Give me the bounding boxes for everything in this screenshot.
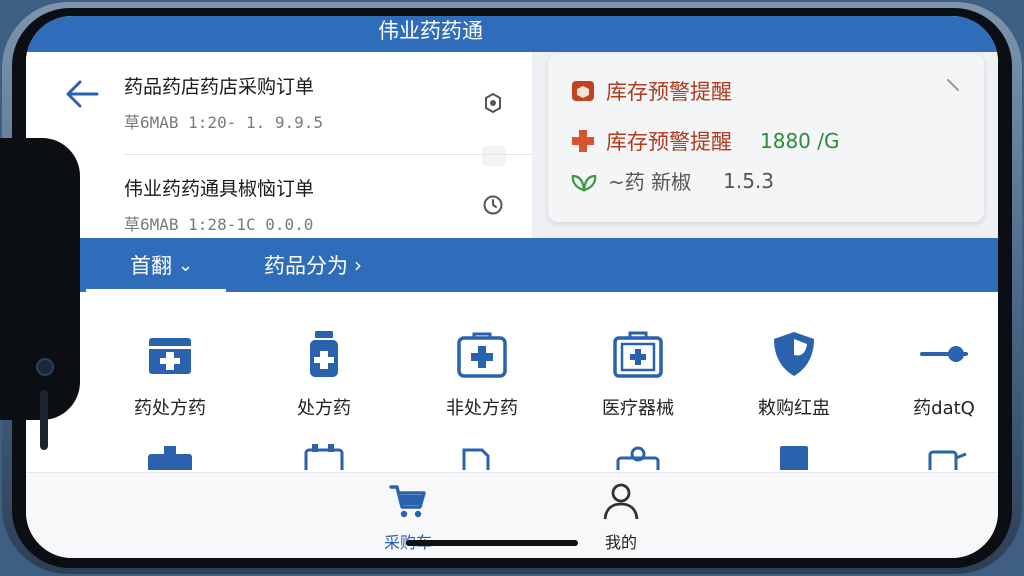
category-item[interactable]: 处方药 — [264, 328, 384, 420]
nav-label: 药品分为 — [264, 254, 348, 278]
back-button[interactable] — [62, 74, 102, 114]
shield-icon — [768, 328, 820, 380]
order-badge — [482, 146, 506, 166]
order-title: 药品药店药店采购订单 — [124, 76, 315, 98]
settings-icon[interactable] — [482, 92, 504, 114]
category-item[interactable]: 非处方药 — [422, 328, 542, 420]
order-subtitle: 草6MAB 1:28-1C 0.0.0 — [124, 215, 314, 234]
order-item[interactable]: 伟业药药通具椒恼订单 草6MAB 1:28-1C 0.0.0 — [124, 176, 504, 236]
version-value: 1.5.3 — [723, 168, 775, 193]
phone-notch — [0, 138, 80, 450]
category-label: 敕购红盅 — [758, 398, 830, 419]
alert-version: ~药 新椒 1.5.3 — [570, 166, 774, 195]
nav-label: 首翻 — [130, 254, 172, 278]
order-title: 伟业药药通具椒恼订单 — [124, 178, 315, 200]
camera-icon — [36, 358, 54, 376]
stock-alert-card[interactable]: 库存预警提醒 库存预警提醒 1880 /G ~药 新椒 1.5.3 — [548, 54, 984, 222]
list-divider — [124, 154, 532, 155]
arrow-left-icon — [66, 80, 99, 108]
category-label: 处方药 — [297, 398, 351, 419]
phone-screen: 伟业药药通 药品药店药店采购订单 草6MAB 1:20- 1. 9.9.5 伟业… — [26, 16, 998, 558]
medical-case-icon — [612, 328, 664, 380]
category-label: 药处方药 — [134, 398, 206, 419]
order-subtitle: 草6MAB 1:20- 1. 9.9.5 — [124, 113, 324, 132]
home-indicator[interactable] — [406, 540, 578, 546]
category-icon-partial — [298, 440, 350, 470]
category-item[interactable]: 敕购红盅 — [734, 328, 854, 420]
category-icon-partial — [612, 440, 664, 470]
pill-bottle-icon — [298, 328, 350, 380]
chevron-down-icon: ⌄ — [178, 254, 194, 276]
category-grid: 药处方药 处方药 非处方药 医疗器械 敕购红盅 药datQ — [26, 292, 998, 472]
alert-header: 库存预警提醒 — [570, 76, 732, 106]
alert-count: 1880 /G — [760, 129, 840, 153]
app-title: 伟业药药通 — [378, 19, 483, 43]
version-label: ~药 新椒 — [608, 170, 692, 194]
user-icon — [603, 483, 639, 520]
category-icon-partial — [144, 440, 196, 470]
tab-label: 我的 — [604, 533, 637, 552]
alert-line-label: 库存预警提醒 — [606, 130, 732, 154]
category-label: 医疗器械 — [602, 398, 674, 419]
nav-item-categories[interactable]: 药品分为 › — [264, 238, 362, 292]
category-item[interactable]: 药datQ — [884, 328, 998, 420]
slider-icon — [918, 328, 970, 380]
category-nav: 首翻 ⌄ 药品分为 › — [26, 238, 998, 292]
order-panel: 药品药店药店采购订单 草6MAB 1:20- 1. 9.9.5 伟业药药通具椒恼… — [26, 52, 532, 258]
leaf-icon — [571, 174, 597, 191]
order-item[interactable]: 药品药店药店采购订单 草6MAB 1:20- 1. 9.9.5 — [124, 74, 504, 134]
category-label: 药datQ — [913, 398, 975, 419]
package-icon — [572, 81, 594, 101]
category-icon-partial — [456, 440, 508, 470]
category-item[interactable]: 药处方药 — [110, 328, 230, 420]
category-icon-partial — [922, 440, 974, 470]
category-label: 非处方药 — [446, 398, 518, 419]
alert-title: 库存预警提醒 — [606, 80, 732, 104]
alert-line: 库存预警提醒 1880 /G — [570, 126, 840, 156]
chevron-right-icon: › — [354, 253, 362, 277]
speaker-grille — [40, 390, 48, 450]
medical-kit-icon — [144, 328, 196, 380]
category-icon-partial — [768, 440, 820, 470]
nav-item-home[interactable]: 首翻 ⌄ — [130, 238, 193, 292]
medical-cross-icon — [572, 130, 594, 152]
first-aid-kit-icon — [456, 328, 508, 380]
category-item[interactable]: 医疗器械 — [578, 328, 698, 420]
title-bar: 伟业药药通 — [26, 16, 998, 52]
clock-icon[interactable] — [482, 194, 504, 216]
close-icon[interactable] — [946, 78, 960, 92]
tab-profile[interactable]: 我的 — [571, 481, 671, 553]
content-top: 药品药店药店采购订单 草6MAB 1:20- 1. 9.9.5 伟业药药通具椒恼… — [26, 52, 998, 258]
cart-icon — [389, 485, 426, 518]
